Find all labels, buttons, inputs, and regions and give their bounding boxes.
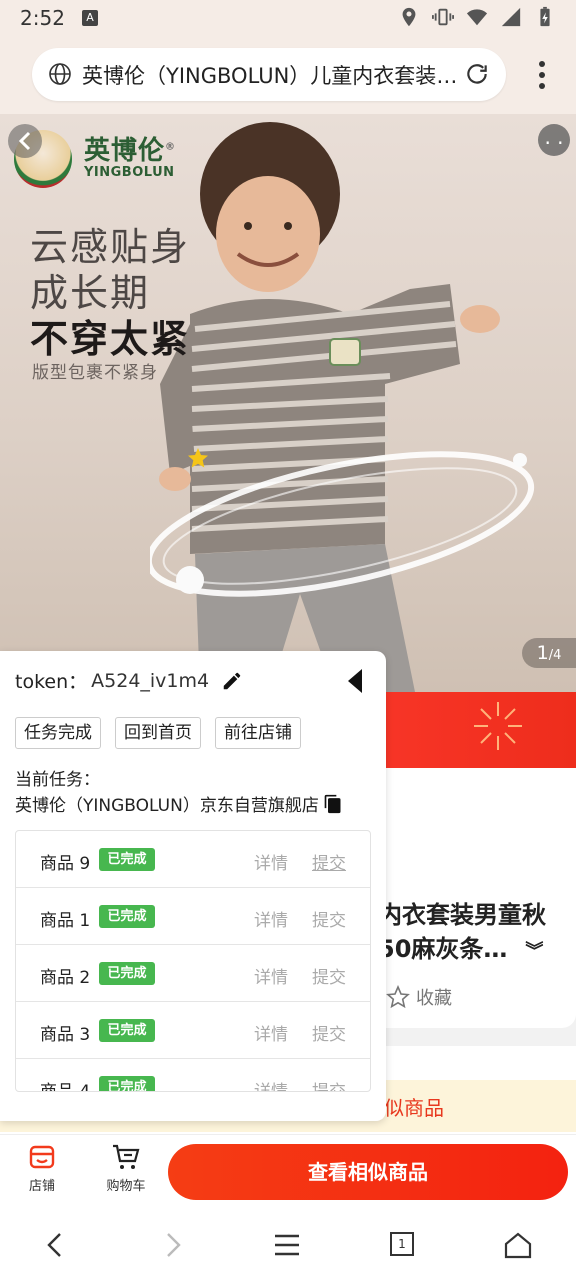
task-item-name: 商品 3 (40, 1025, 91, 1045)
edit-icon[interactable] (221, 670, 243, 692)
status-icons (398, 6, 556, 28)
submit-link[interactable]: 提交 (312, 906, 346, 931)
browser-menu-icon[interactable] (538, 60, 546, 90)
current-task-name: 英博伦（YINGBOLUN）京东自营旗舰店 (15, 791, 343, 816)
token-row: token： A524_iv1m4 (15, 667, 243, 694)
status-time: 2:52 (20, 6, 65, 30)
task-item-name: 商品 2 (40, 968, 91, 988)
task-item: 商品 1 已完成 详情 提交 (16, 888, 370, 945)
detail-link[interactable]: 详情 (254, 963, 288, 988)
favorite-button[interactable]: 收藏 (386, 984, 452, 1010)
signal-icon (501, 7, 521, 27)
submit-link[interactable]: 提交 (312, 1020, 346, 1045)
home-icon[interactable] (503, 1230, 533, 1260)
registered-mark: ® (165, 141, 177, 153)
back-button[interactable] (8, 124, 42, 158)
product-action-bar: 店铺 购物车 查看相似商品 (0, 1134, 576, 1208)
cart-icon (113, 1144, 140, 1169)
task-list: 商品 9 已完成 详情 提交 商品 1 已完成 详情 提交 商品 2 已完成 详… (15, 830, 371, 1092)
brand-name: 英博伦® (84, 130, 176, 167)
cart-button[interactable]: 购物车 (100, 1143, 152, 1194)
status-badge: 已完成 (99, 905, 155, 928)
brand-sub: YINGBOLUN (84, 165, 175, 180)
product-title[interactable]: 内衣套装男童秋 50麻灰条… ︾ (378, 898, 546, 969)
back-icon (18, 131, 31, 151)
globe-icon (49, 63, 71, 85)
task-item-name: 商品 1 (40, 911, 91, 931)
product-photo (150, 122, 535, 692)
submit-link[interactable]: 提交 (312, 1077, 346, 1091)
status-badge: 已完成 (99, 1076, 155, 1091)
vibrate-icon (432, 8, 454, 26)
status-bar: 2:52 A (0, 0, 576, 36)
store-button[interactable]: 店铺 (18, 1143, 66, 1194)
task-item: 商品 4 已完成 详情 提交 (16, 1059, 370, 1092)
slogan-line-4: 版型包裹不紧身 (32, 363, 158, 383)
product-title-line-1: 内衣套装男童秋 (378, 901, 546, 929)
token-value: A524_iv1m4 (91, 669, 210, 692)
detail-link[interactable]: 详情 (254, 1077, 288, 1091)
status-badge: 已完成 (99, 1019, 155, 1042)
slogan-line-3: 不穿太紧 (30, 317, 191, 361)
menu-icon[interactable] (272, 1230, 302, 1260)
url-bar[interactable]: 英博伦（YINGBOLUN）儿童内衣套装男童秋衣秋裤 (32, 48, 506, 101)
browser-toolbar: 英博伦（YINGBOLUN）儿童内衣套装男童秋衣秋裤 (0, 36, 576, 114)
tabs-icon[interactable]: 1 (390, 1232, 414, 1256)
task-item: 商品 2 已完成 详情 提交 (16, 945, 370, 1002)
task-item: 商品 9 已完成 详情 提交 (16, 831, 370, 888)
go-store-button[interactable]: 前往店铺 (215, 717, 301, 749)
location-icon (402, 7, 416, 27)
favorite-star-icon (386, 985, 410, 1009)
reload-icon[interactable] (464, 61, 490, 87)
copy-icon[interactable] (323, 794, 343, 814)
wifi-icon (466, 9, 488, 26)
product-title-line-2: 50麻灰条… ︾ (378, 932, 546, 969)
detail-link[interactable]: 详情 (254, 906, 288, 931)
url-text[interactable]: 英博伦（YINGBOLUN）儿童内衣套装男童秋衣秋裤 (82, 60, 462, 90)
task-item: 商品 3 已完成 详情 提交 (16, 1002, 370, 1059)
back-icon[interactable] (40, 1230, 70, 1260)
favorite-label: 收藏 (416, 988, 452, 1009)
cart-label: 购物车 (106, 1179, 146, 1194)
expand-chevron-icon[interactable]: ︾ (525, 941, 543, 962)
task-complete-button[interactable]: 任务完成 (15, 717, 101, 749)
back-home-button[interactable]: 回到首页 (115, 717, 201, 749)
brand-name-text: 英博伦 (84, 136, 166, 166)
image-page-indicator: 1/4 (522, 638, 576, 668)
product-hero-image[interactable]: 英博伦® YINGBOLUN . . 云感贴身 成长期 不穿太紧 版型包裹不紧身… (0, 114, 576, 692)
star-icon (188, 448, 208, 468)
detail-link[interactable]: 详情 (254, 1020, 288, 1045)
product-title-line-2-text: 50麻灰条… (378, 935, 508, 963)
panel-button-row: 任务完成 回到首页 前往店铺 (15, 717, 301, 749)
similar-strip-text: 似商品 (384, 1096, 444, 1120)
store-icon (29, 1145, 55, 1169)
page-total: /4 (548, 648, 562, 663)
page-current: 1 (536, 642, 549, 664)
task-item-name: 商品 9 (40, 854, 91, 874)
collapse-icon[interactable] (346, 667, 364, 695)
task-item-name: 商品 4 (40, 1082, 91, 1092)
task-panel: token： A524_iv1m4 任务完成 回到首页 前往店铺 当前任务： 英… (0, 651, 386, 1121)
sim-icon: A (82, 10, 98, 26)
status-badge: 已完成 (99, 848, 155, 871)
token-label: token： (15, 671, 88, 693)
current-task-label: 当前任务： (15, 770, 100, 790)
submit-link[interactable]: 提交 (312, 849, 346, 874)
battery-icon (540, 6, 550, 27)
browser-nav-bar: 1 (0, 1208, 576, 1280)
view-similar-button[interactable]: 查看相似商品 (168, 1144, 568, 1200)
more-button[interactable]: . . (538, 124, 570, 156)
current-task-name-text: 英博伦（YINGBOLUN）京东自营旗舰店 (15, 796, 319, 816)
firework-icon (474, 702, 522, 750)
status-badge: 已完成 (99, 962, 155, 985)
forward-icon[interactable] (158, 1230, 188, 1260)
store-label: 店铺 (28, 1179, 55, 1194)
detail-link[interactable]: 详情 (254, 849, 288, 874)
submit-link[interactable]: 提交 (312, 963, 346, 988)
